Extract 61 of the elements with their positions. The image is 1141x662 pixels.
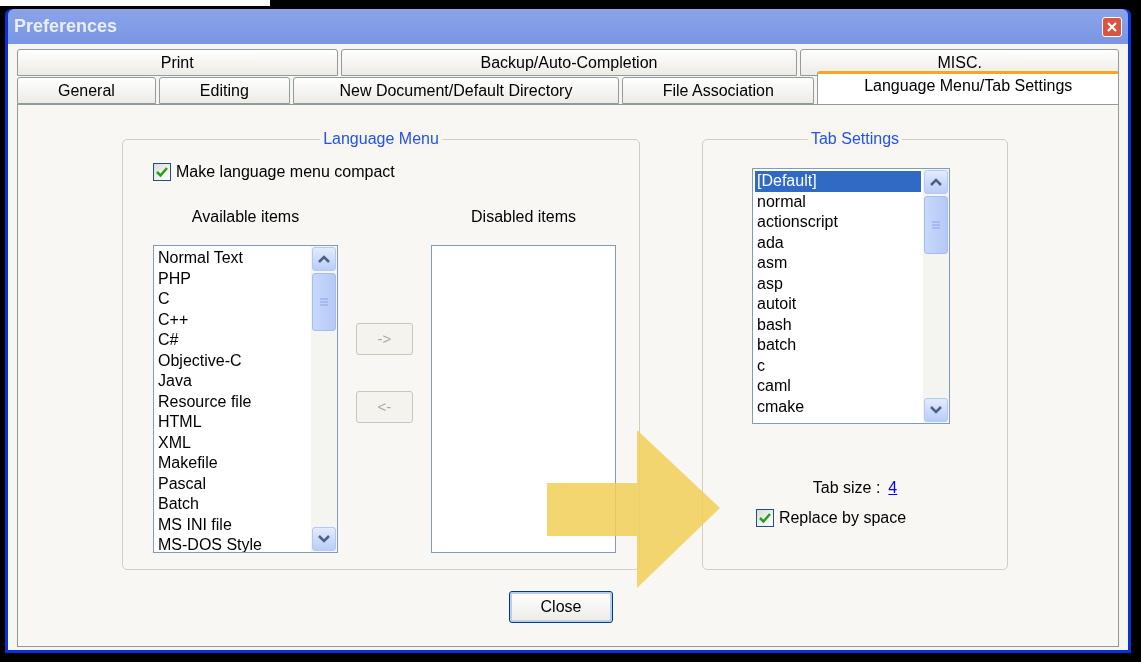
checkbox[interactable] [755, 509, 774, 527]
tab-size-link[interactable]: 4 [888, 476, 898, 500]
tab[interactable]: Language Menu/Tab Settings [817, 71, 1119, 104]
list-item[interactable]: Makefile [158, 453, 307, 474]
list-heading: Available items [191, 207, 300, 227]
checkmark-icon [758, 512, 771, 524]
checkbox-label[interactable]: Replace by space [778, 506, 907, 530]
list-item[interactable]: caml [755, 376, 921, 397]
tab-size-label: Tab size : [812, 478, 881, 498]
list-item[interactable]: c [755, 355, 921, 376]
checkbox-label[interactable]: Make language menu compact [176, 160, 395, 184]
close-dialog-button[interactable]: Close [509, 591, 613, 623]
group-title: Tab Settings [807, 129, 903, 149]
close-button[interactable] [1102, 16, 1122, 37]
list-item[interactable]: MS INI file [158, 514, 307, 535]
list-item[interactable]: asm [755, 253, 921, 274]
list-item[interactable]: ada [755, 232, 921, 253]
list-item[interactable]: [Default] [755, 171, 921, 192]
list-item[interactable]: actionscript [755, 212, 921, 233]
scroll-down-button[interactable] [924, 398, 948, 422]
list-item[interactable]: XML [158, 432, 307, 453]
list-item[interactable]: Objective-C [158, 350, 307, 371]
tab[interactable]: File Association [622, 77, 815, 104]
checkmark-icon [156, 166, 168, 178]
list-item[interactable]: asp [755, 273, 921, 294]
chevron-up-icon [930, 178, 942, 186]
scroll-down-button[interactable] [312, 527, 336, 551]
close-icon [1107, 21, 1117, 32]
list-item[interactable]: Resource file [158, 391, 307, 412]
scroll-thumb[interactable] [924, 196, 948, 254]
list-item[interactable]: Java [158, 371, 307, 392]
scroll-thumb[interactable] [312, 273, 336, 331]
list-item[interactable]: Pascal [158, 473, 307, 494]
list-item[interactable]: Normal Text [158, 248, 307, 269]
list-item[interactable]: HTML [158, 412, 307, 433]
list-item[interactable]: PHP [158, 268, 307, 289]
tab[interactable]: New Document/Default Directory [292, 77, 620, 104]
list-item[interactable]: C# [158, 330, 307, 351]
grip-icon [320, 297, 328, 307]
scroll-up-button[interactable] [924, 170, 948, 194]
chevron-down-icon [930, 406, 942, 414]
window-title: Preferences [14, 15, 118, 38]
list-item[interactable]: Batch [158, 494, 307, 515]
list-item[interactable]: C++ [158, 309, 307, 330]
list-item[interactable]: batch [755, 335, 921, 356]
group-title: Language Menu [320, 129, 442, 149]
list-heading: Disabled items [471, 207, 576, 227]
chevron-down-icon [318, 535, 330, 543]
tab[interactable]: General [17, 77, 156, 104]
list-item[interactable]: normal [755, 191, 921, 212]
list-item[interactable]: autoit [755, 294, 921, 315]
grip-icon [932, 220, 940, 230]
list-item[interactable]: cmake [755, 396, 921, 417]
list-item[interactable]: bash [755, 314, 921, 335]
chevron-up-icon [318, 255, 330, 263]
list-item[interactable]: C [158, 289, 307, 310]
tab[interactable]: Backup/Auto-Completion [340, 49, 798, 76]
scroll-up-button[interactable] [312, 247, 336, 271]
checkbox[interactable] [153, 163, 171, 181]
tab[interactable]: Editing [158, 77, 290, 104]
tab[interactable]: Print [17, 49, 338, 76]
